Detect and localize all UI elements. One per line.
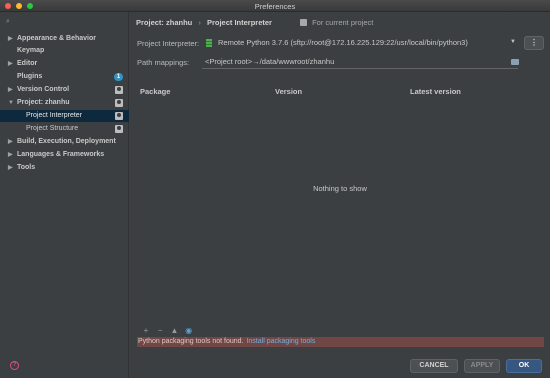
- packages-table[interactable]: Package Version Latest version Nothing t…: [136, 84, 544, 332]
- install-packaging-tools-link[interactable]: Install packaging tools: [246, 338, 315, 345]
- chevron-down-icon[interactable]: ▼: [510, 36, 516, 49]
- expand-arrow-icon[interactable]: ▶: [8, 136, 13, 148]
- add-package-icon[interactable]: +: [140, 326, 152, 335]
- sidebar-item-label: Keymap: [17, 47, 45, 54]
- breadcrumb-parent: Project: zhanhu: [136, 18, 193, 27]
- sidebar-item-label: Project Structure: [26, 125, 79, 132]
- ok-button[interactable]: OK: [506, 359, 542, 373]
- interpreter-label: Project Interpreter:: [137, 39, 200, 48]
- project-interpreter-panel: Project: zhanhu › Project Interpreter Fo…: [130, 12, 550, 378]
- sidebar-item-label: Appearance & Behavior: [17, 35, 96, 42]
- column-header-latest-version[interactable]: Latest version: [410, 87, 461, 96]
- title-bar: Preferences: [0, 0, 550, 12]
- sidebar-item-languages-frameworks[interactable]: ▶ Languages & Frameworks: [0, 149, 129, 161]
- sidebar-item-label: Tools: [17, 164, 36, 171]
- sidebar-item-project-interpreter[interactable]: Project Interpreter: [0, 110, 129, 122]
- sidebar-item-label: Project Interpreter: [26, 112, 83, 119]
- for-current-project-text: For current project: [312, 18, 374, 27]
- sidebar-item-label: Build, Execution, Deployment: [17, 138, 116, 145]
- search-icon[interactable]: ⌕: [6, 18, 10, 26]
- sidebar-item-version-control[interactable]: ▶ Version Control: [0, 84, 129, 96]
- help-icon[interactable]: ?: [10, 361, 19, 370]
- collapse-arrow-icon[interactable]: ▼: [8, 97, 14, 109]
- column-header-package[interactable]: Package: [140, 87, 170, 96]
- show-early-releases-eye-icon[interactable]: ◉: [183, 326, 195, 335]
- project-scope-icon: [115, 112, 123, 120]
- interpreter-settings-button[interactable]: ⋮: [524, 36, 544, 50]
- project-scope-icon: [115, 99, 123, 107]
- project-scope-icon: [115, 86, 123, 94]
- sidebar-item-keymap[interactable]: Keymap: [0, 45, 129, 57]
- sidebar-item-label: Languages & Frameworks: [17, 151, 105, 158]
- sidebar-item-project-structure[interactable]: Project Structure: [0, 123, 129, 135]
- packages-toolbar: + − ▲ ◉: [140, 326, 195, 336]
- sidebar-item-label: Plugins: [17, 73, 43, 80]
- expand-arrow-icon[interactable]: ▶: [8, 84, 13, 96]
- expand-arrow-icon[interactable]: ▶: [8, 149, 13, 161]
- remove-package-icon[interactable]: −: [154, 326, 166, 335]
- breadcrumb: Project: zhanhu › Project Interpreter: [136, 18, 272, 27]
- breadcrumb-current: Project Interpreter: [206, 18, 272, 27]
- project-scope-icon: [115, 125, 123, 133]
- sidebar-item-editor[interactable]: ▶ Editor: [0, 58, 129, 70]
- sidebar-item-appearance-behavior[interactable]: ▶ Appearance & Behavior: [0, 33, 129, 45]
- path-mappings-field[interactable]: <Project root>→/data/wwwroot/zhanhu: [202, 56, 518, 69]
- plugins-update-badge: 1: [114, 73, 123, 81]
- sidebar-item-build-execution-deployment[interactable]: ▶ Build, Execution, Deployment: [0, 136, 129, 148]
- breadcrumb-separator-icon: ›: [198, 18, 201, 27]
- column-header-version[interactable]: Version: [275, 87, 302, 96]
- sidebar-item-plugins[interactable]: Plugins 1: [0, 71, 129, 83]
- path-mappings-label: Path mappings:: [137, 58, 190, 67]
- settings-sidebar: ⌕ ▶ Appearance & Behavior Keymap ▶ Edito…: [0, 12, 129, 378]
- sidebar-item-label: Project: zhanhu: [17, 99, 70, 106]
- upgrade-package-icon[interactable]: ▲: [168, 326, 180, 335]
- empty-table-message: Nothing to show: [313, 184, 367, 193]
- expand-arrow-icon[interactable]: ▶: [8, 58, 13, 70]
- window-title: Preferences: [254, 2, 296, 11]
- interpreter-value: Remote Python 3.7.6 (sftp://root@172.16.…: [218, 38, 468, 47]
- interpreter-dropdown[interactable]: Remote Python 3.7.6 (sftp://root@172.16.…: [202, 36, 518, 49]
- expand-arrow-icon[interactable]: ▶: [8, 162, 13, 174]
- table-header: Package Version Latest version: [136, 84, 544, 98]
- cancel-button[interactable]: CANCEL: [410, 359, 458, 373]
- packaging-tools-warning: Python packaging tools not found. Install…: [137, 337, 544, 347]
- sidebar-item-tools[interactable]: ▶ Tools: [0, 162, 129, 174]
- scope-label: For current project: [300, 18, 373, 27]
- project-scope-icon: [300, 19, 307, 26]
- sidebar-item-project[interactable]: ▼ Project: zhanhu: [0, 97, 129, 109]
- apply-button[interactable]: APPLY: [464, 359, 500, 373]
- sidebar-item-label: Editor: [17, 60, 38, 67]
- warning-text: Python packaging tools not found.: [138, 338, 244, 345]
- expand-arrow-icon[interactable]: ▶: [8, 33, 13, 45]
- folder-icon[interactable]: [511, 59, 519, 65]
- sidebar-item-label: Version Control: [17, 86, 70, 93]
- python-interpreter-icon: [206, 39, 212, 47]
